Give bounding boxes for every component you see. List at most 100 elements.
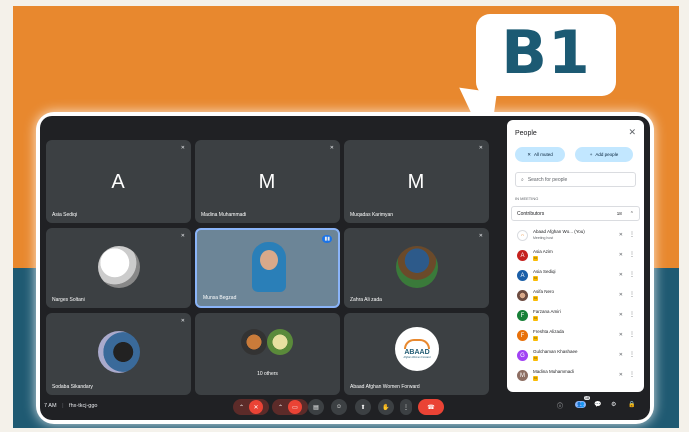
person-name: Abaad Afghan Wo... (You) (533, 229, 585, 234)
list-item[interactable]: M Madina Muhammadi N ✕ ⋮ (517, 368, 639, 384)
add-person-icon: + (589, 152, 593, 157)
avatar: A (517, 250, 528, 261)
participant-tile[interactable]: ✕ Sodaba Sikandary (46, 313, 191, 395)
role-badge: N (533, 316, 538, 321)
person-name: Asifa Nero (533, 289, 555, 294)
captions-button[interactable]: ▤ (308, 399, 324, 415)
logo-arc-icon (404, 339, 430, 349)
list-item[interactable]: A Asia Sediqi N ✕ ⋮ (517, 268, 639, 284)
others-tile[interactable]: 10 others (195, 313, 340, 395)
avatar (98, 246, 140, 288)
mic-off-icon[interactable]: ✕ (619, 352, 623, 358)
present-button[interactable]: ⬆ (355, 399, 371, 415)
chevron-up-icon: ⌃ (629, 210, 634, 217)
leave-call-button[interactable]: ☎ (418, 399, 444, 415)
contributors-count: 18 (616, 211, 622, 216)
all-muted-label: All muted (534, 152, 553, 157)
role-badge: N (533, 336, 538, 341)
close-icon[interactable]: ✕ (628, 127, 636, 138)
people-panel: People ✕ ✕ All muted + Add people ⌕ Search … (507, 120, 644, 392)
participant-video-tile[interactable]: ▮▮ Munsa Begzad (195, 228, 340, 308)
mic-off-icon[interactable]: ✕ (619, 272, 623, 278)
more-icon[interactable]: ⋮ (629, 291, 635, 298)
search-icon: ⌕ (521, 176, 524, 183)
avatar (267, 329, 293, 355)
raise-hand-button[interactable]: ✋ (378, 399, 394, 415)
mic-off-icon[interactable]: ✕ (619, 312, 623, 318)
search-input[interactable]: ⌕ Search for people (515, 172, 636, 187)
logo-text: ABAAD (404, 349, 430, 356)
chevron-up-icon[interactable]: ⌃ (239, 404, 244, 411)
avatar (396, 246, 438, 288)
participant-tile[interactable]: ✕ Narges Soltani (46, 228, 191, 308)
camera-control[interactable]: ⌃ ▭ (272, 399, 308, 415)
emoji-button[interactable]: ☺ (331, 399, 347, 415)
participant-tile[interactable]: ABAAD Afghan Women Forward Abaad Afghan … (344, 313, 489, 395)
avatar: F (517, 330, 528, 341)
list-item[interactable]: F Freshta Alizada N ✕ ⋮ (517, 328, 639, 344)
list-item[interactable]: G Gulchaman Khashaee N ✕ ⋮ (517, 348, 639, 364)
section-label: IN MEETING (515, 196, 539, 201)
mic-off-icon[interactable]: ✕ (249, 400, 264, 414)
list-item[interactable]: Asifa Nero N ✕ ⋮ (517, 288, 639, 304)
mic-off-icon: ✕ (180, 233, 185, 239)
person-name: Farzana Amiri (533, 309, 561, 314)
person-name: Asia Sediqi (533, 269, 556, 274)
more-icon[interactable]: ⋮ (629, 371, 635, 378)
participant-tile[interactable]: M ✕ Madina Muhammadi (195, 140, 340, 223)
people-icon[interactable]: 👥 (575, 401, 587, 408)
mic-off-icon[interactable]: ✕ (619, 232, 623, 238)
mic-off-icon[interactable]: ✕ (619, 332, 623, 338)
more-icon[interactable]: ⋮ (629, 311, 635, 318)
logo-subtext: Afghan Women Forward (403, 356, 431, 359)
avatar: ◠ (517, 230, 528, 241)
role-badge: N (533, 296, 538, 301)
mic-off-icon[interactable]: ✕ (619, 292, 623, 298)
add-people-button[interactable]: + Add people (575, 147, 633, 162)
avatar: A (111, 170, 125, 193)
mic-off-icon: ✕ (478, 233, 483, 239)
all-muted-button[interactable]: ✕ All muted (515, 147, 565, 162)
mic-off-icon: ✕ (478, 145, 483, 151)
avatar (98, 331, 140, 373)
badge-text: B1 (501, 18, 591, 88)
abaad-logo: ABAAD Afghan Women Forward (395, 327, 439, 371)
participant-name: Munsa Begzad (203, 295, 237, 301)
list-item[interactable]: F Farzana Amiri N ✕ ⋮ (517, 308, 639, 324)
person-role: Meeting host (533, 236, 554, 240)
list-item[interactable]: A Asia Azim N ✕ ⋮ (517, 248, 639, 264)
more-icon: ⋮ (403, 404, 409, 411)
more-icon[interactable]: ⋮ (629, 271, 635, 278)
contributors-label: Contributors (517, 210, 545, 217)
more-icon[interactable]: ⋮ (629, 251, 635, 258)
participant-tile[interactable]: ✕ Zahra Ali zada (344, 228, 489, 308)
mic-control[interactable]: ⌃ ✕ (233, 399, 269, 415)
activities-icon[interactable]: ⚙ (611, 401, 616, 408)
participant-name: Muqadas Karimyan (350, 212, 394, 218)
role-badge: N (533, 276, 538, 281)
add-people-label: Add people (595, 152, 619, 157)
hang-up-icon: ☎ (427, 404, 435, 411)
mic-off-icon[interactable]: ✕ (619, 372, 623, 378)
camera-off-icon[interactable]: ▭ (288, 400, 303, 414)
avatar: M (407, 170, 425, 193)
participant-tile[interactable]: A ✕ Asia Sediqi (46, 140, 191, 223)
more-icon[interactable]: ⋮ (629, 351, 635, 358)
chat-icon[interactable]: 💬 (594, 401, 601, 408)
participant-tile[interactable]: M ✕ Muqadas Karimyan (344, 140, 489, 223)
panel-title: People (515, 130, 537, 137)
avatar: F (517, 310, 528, 321)
list-item[interactable]: ◠ Abaad Afghan Wo... (You) Meeting host … (517, 228, 639, 244)
role-badge: N (533, 256, 538, 261)
meeting-info: 7 AM | fhx-tkcj-ggo (44, 403, 98, 409)
mic-off-icon: ✕ (180, 145, 185, 151)
mic-off-icon[interactable]: ✕ (619, 252, 623, 258)
host-controls-icon[interactable]: 🔒 (628, 401, 635, 408)
more-icon[interactable]: ⋮ (629, 331, 635, 338)
contributors-toggle[interactable]: Contributors 18 ⌃ (511, 206, 640, 221)
hand-icon: ✋ (382, 404, 390, 411)
more-icon[interactable]: ⋮ (629, 231, 635, 238)
chevron-up-icon[interactable]: ⌃ (278, 404, 283, 411)
more-options-button[interactable]: ⋮ (400, 399, 412, 415)
info-icon[interactable]: ⓘ (557, 401, 563, 410)
